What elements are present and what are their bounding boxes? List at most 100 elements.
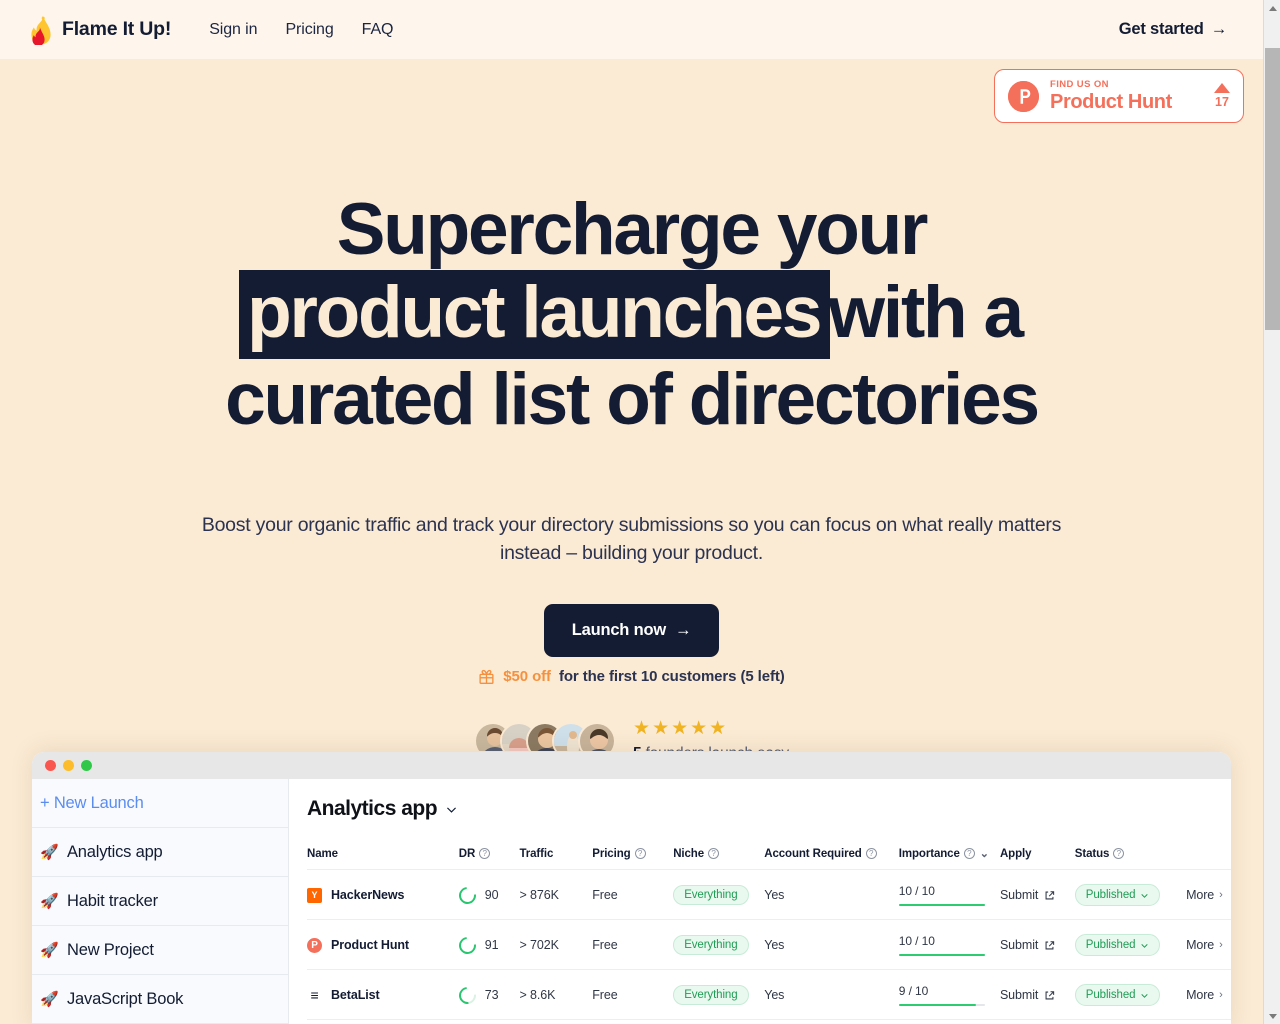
- table-row[interactable]: ≡ BetaList 73 > 8.6K Free Everything Yes…: [307, 969, 1231, 1020]
- cell-account-required: Yes: [764, 869, 899, 920]
- brand-logo[interactable]: Flame It Up!: [30, 15, 171, 45]
- rocket-icon: 🚀: [40, 893, 59, 910]
- column-header-dr[interactable]: DR?: [459, 847, 520, 870]
- cell-importance[interactable]: 10 / 10: [898, 869, 1000, 920]
- chevron-down-icon: [1141, 993, 1149, 998]
- launch-now-button[interactable]: Launch now →: [543, 604, 720, 657]
- help-icon[interactable]: ?: [708, 847, 720, 859]
- product-hunt-logo-icon: [1008, 80, 1039, 112]
- nav-links: Sign in Pricing FAQ: [209, 21, 393, 39]
- page-scrollbar[interactable]: [1263, 0, 1280, 1024]
- scrollbar-up-button[interactable]: [1264, 0, 1280, 17]
- arrow-right-icon: →: [674, 621, 692, 639]
- cell-dr: 91: [455, 919, 520, 970]
- column-header-traffic[interactable]: Traffic: [519, 847, 592, 870]
- product-hunt-vote[interactable]: 17: [1214, 83, 1230, 109]
- get-started-button[interactable]: Get started →: [1119, 20, 1227, 39]
- column-header-name[interactable]: Name: [307, 847, 459, 870]
- status-badge[interactable]: Published: [1074, 934, 1161, 956]
- column-label: Pricing: [592, 847, 631, 860]
- project-title-dropdown[interactable]: Analytics app: [307, 797, 1231, 821]
- product-hunt-text: FIND US ON Product Hunt: [1050, 80, 1203, 113]
- page-root: Flame It Up! Sign in Pricing FAQ Get sta…: [0, 0, 1280, 1024]
- column-header-apply[interactable]: Apply: [1000, 847, 1075, 870]
- row-name: HackerNews: [331, 888, 405, 902]
- discount-amount: $50 off: [503, 668, 551, 685]
- column-label: Apply: [999, 847, 1032, 860]
- more-label: More: [1186, 988, 1215, 1002]
- cell-more[interactable]: More ›: [1186, 919, 1231, 970]
- table-row[interactable]: P Product Hunt 91 > 702K Free Everything…: [307, 919, 1231, 970]
- nav-link-sign-in[interactable]: Sign in: [209, 21, 257, 39]
- column-label: Niche: [673, 847, 705, 860]
- cell-status[interactable]: Published: [1074, 869, 1187, 920]
- cell-pricing: Free: [592, 869, 674, 920]
- submit-label: Submit: [999, 938, 1039, 952]
- cell-apply[interactable]: Submit: [999, 869, 1075, 920]
- discount-note: $50 off for the first 10 customers (5 le…: [0, 668, 1263, 685]
- producthunt-icon: P: [307, 937, 322, 953]
- status-label: Published: [1085, 989, 1136, 1001]
- cell-status[interactable]: Published: [1074, 919, 1187, 970]
- nav-link-faq[interactable]: FAQ: [362, 21, 394, 39]
- rocket-icon: 🚀: [40, 844, 59, 861]
- window-maximize-dot[interactable]: [81, 760, 92, 771]
- cell-apply[interactable]: Submit: [999, 969, 1075, 1020]
- column-header-importance[interactable]: Importance? ⌄: [899, 847, 1000, 870]
- sidebar-item-label: Habit tracker: [67, 891, 158, 910]
- directories-table: Name DR? Traffic Pricing? Niche? Account…: [307, 847, 1231, 1020]
- chevron-right-icon: ›: [1219, 889, 1223, 901]
- cell-niche: Everything: [673, 919, 765, 970]
- scrollbar-down-button[interactable]: [1264, 1007, 1280, 1024]
- help-icon[interactable]: ?: [865, 847, 877, 859]
- column-header-account-required[interactable]: Account Required?: [764, 847, 899, 870]
- sidebar-item-analytics-app[interactable]: 🚀 Analytics app: [32, 828, 288, 877]
- importance-track: [898, 954, 985, 956]
- window-minimize-dot[interactable]: [63, 760, 74, 771]
- upvote-caret-icon: [1214, 83, 1230, 94]
- help-icon[interactable]: ?: [1113, 847, 1125, 859]
- hero-cta-wrap: Launch now →: [0, 604, 1263, 657]
- dr-progress-ring: [455, 883, 480, 907]
- star-rating-icon: ★★★★★: [633, 718, 729, 739]
- column-header-niche[interactable]: Niche?: [673, 847, 764, 870]
- chevron-down-icon[interactable]: ⌄: [980, 847, 989, 860]
- cell-importance[interactable]: 9 / 10: [898, 969, 1000, 1020]
- sidebar-item-new-project[interactable]: 🚀 New Project: [32, 926, 288, 975]
- cell-importance[interactable]: 10 / 10: [898, 919, 1000, 970]
- column-label: Traffic: [519, 847, 554, 860]
- help-icon[interactable]: ?: [963, 848, 975, 859]
- headline-line-1: Supercharge your: [336, 189, 929, 270]
- column-header-pricing[interactable]: Pricing?: [592, 847, 673, 870]
- cell-apply[interactable]: Submit: [999, 919, 1075, 970]
- scrollbar-thumb[interactable]: [1265, 48, 1280, 330]
- app-body: + New Launch 🚀 Analytics app 🚀 Habit tra…: [32, 779, 1231, 1024]
- nav-link-pricing[interactable]: Pricing: [285, 21, 333, 39]
- more-label: More: [1186, 888, 1215, 902]
- status-badge[interactable]: Published: [1074, 984, 1161, 1006]
- help-icon[interactable]: ?: [634, 847, 646, 859]
- sidebar-item-javascript-book[interactable]: 🚀 JavaScript Book: [32, 975, 288, 1024]
- chevron-down-icon: [447, 806, 457, 813]
- help-icon[interactable]: ?: [479, 847, 491, 859]
- sidebar-item-habit-tracker[interactable]: 🚀 Habit tracker: [32, 877, 288, 926]
- window-close-dot[interactable]: [45, 760, 56, 771]
- column-label: Name: [307, 847, 338, 860]
- importance-value: 10 / 10: [898, 934, 935, 948]
- row-name: BetaList: [331, 988, 380, 1002]
- external-link-icon: [1045, 990, 1055, 999]
- cell-more[interactable]: More ›: [1186, 969, 1231, 1020]
- product-hunt-badge[interactable]: FIND US ON Product Hunt 17: [994, 69, 1244, 123]
- sidebar-item-new-launch[interactable]: + New Launch: [32, 779, 288, 828]
- hero-section: FIND US ON Product Hunt 17 Supercharge y…: [0, 59, 1263, 751]
- app-main: Analytics app Name DR? Traffic Pricing ?…: [289, 779, 1231, 1024]
- cell-status[interactable]: Published: [1074, 969, 1187, 1020]
- cell-more[interactable]: More ›: [1186, 869, 1231, 920]
- status-badge[interactable]: Published: [1074, 884, 1161, 906]
- dr-progress-ring: [455, 983, 480, 1007]
- discount-rest: for the first 10 customers (5 left): [558, 668, 785, 685]
- column-header-status[interactable]: Status?: [1075, 847, 1186, 870]
- table-row[interactable]: Y HackerNews 90 > 876K Free Everything Y…: [307, 869, 1231, 920]
- cell-name: Y HackerNews: [307, 869, 459, 920]
- get-started-label: Get started: [1118, 20, 1204, 38]
